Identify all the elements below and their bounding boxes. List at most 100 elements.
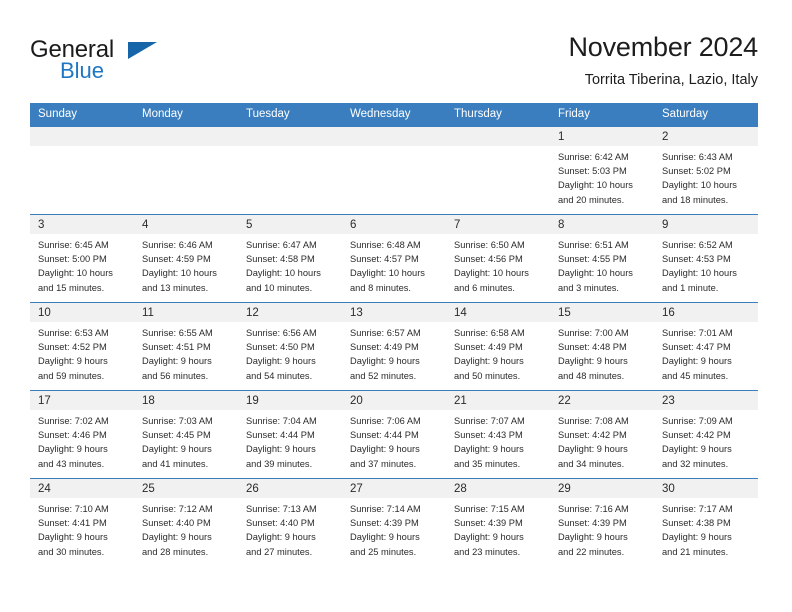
- day-cell-content: 6 Sunrise: 6:48 AM Sunset: 4:57 PM Daylight…: [342, 215, 446, 302]
- day-number: 25: [134, 479, 238, 498]
- calendar-day-cell[interactable]: 10 Sunrise: 6:53 AM Sunset: 4:52 PM Dayligh…: [30, 302, 134, 391]
- day-number: 24: [30, 479, 134, 498]
- daylight-duration-line1: Daylight: 9 hours: [558, 532, 628, 543]
- daylight-duration-line1: Daylight: 9 hours: [38, 444, 108, 455]
- calendar-week-row: 24 Sunrise: 7:10 AM Sunset: 4:41 PM Dayligh…: [30, 478, 758, 567]
- calendar-day-cell[interactable]: 27 Sunrise: 7:14 AM Sunset: 4:39 PM Dayligh…: [342, 478, 446, 567]
- daylight-duration-line1: Daylight: 10 hours: [558, 268, 633, 279]
- sunrise-time: Sunrise: 7:17 AM: [662, 504, 733, 514]
- calendar-day-cell[interactable]: 16 Sunrise: 7:01 AM Sunset: 4:47 PM Dayligh…: [654, 302, 758, 391]
- calendar-day-cell[interactable]: 23 Sunrise: 7:09 AM Sunset: 4:42 PM Dayligh…: [654, 390, 758, 479]
- calendar-day-cell[interactable]: 30 Sunrise: 7:17 AM Sunset: 4:38 PM Dayligh…: [654, 478, 758, 567]
- daylight-duration-line2: and 22 minutes.: [558, 546, 625, 557]
- daylight-duration-line1: Daylight: 9 hours: [246, 532, 316, 543]
- day-sun-details: Sunrise: 7:09 AM Sunset: 4:42 PM Daylight:…: [654, 410, 758, 471]
- calendar-day-cell[interactable]: 6 Sunrise: 6:48 AM Sunset: 4:57 PM Daylight…: [342, 214, 446, 303]
- calendar-day-cell[interactable]: 17 Sunrise: 7:02 AM Sunset: 4:46 PM Dayligh…: [30, 390, 134, 479]
- sunrise-time: Sunrise: 6:43 AM: [662, 152, 733, 162]
- calendar-day-cell[interactable]: 24 Sunrise: 7:10 AM Sunset: 4:41 PM Dayligh…: [30, 478, 134, 567]
- calendar-day-cell[interactable]: 11 Sunrise: 6:55 AM Sunset: 4:51 PM Dayligh…: [134, 302, 238, 391]
- daylight-duration-line1: Daylight: 9 hours: [662, 444, 732, 455]
- calendar-day-cell[interactable]: 5 Sunrise: 6:47 AM Sunset: 4:58 PM Daylight…: [238, 214, 342, 303]
- sunset-time: Sunset: 4:38 PM: [662, 518, 731, 529]
- calendar-day-cell[interactable]: 26 Sunrise: 7:13 AM Sunset: 4:40 PM Dayligh…: [238, 478, 342, 567]
- day-number: [446, 127, 550, 146]
- calendar-body: 1 Sunrise: 6:42 AM Sunset: 5:03 PM Daylight…: [30, 126, 758, 567]
- sunrise-time: Sunrise: 7:09 AM: [662, 416, 733, 426]
- daylight-duration-line2: and 30 minutes.: [38, 546, 105, 557]
- daylight-duration-line2: and 23 minutes.: [454, 546, 521, 557]
- sunset-time: Sunset: 4:41 PM: [38, 518, 107, 529]
- daylight-duration-line2: and 35 minutes.: [454, 458, 521, 469]
- sunset-time: Sunset: 4:42 PM: [558, 430, 627, 441]
- calendar-day-cell[interactable]: 29 Sunrise: 7:16 AM Sunset: 4:39 PM Dayligh…: [550, 478, 654, 567]
- calendar-day-cell[interactable]: 1 Sunrise: 6:42 AM Sunset: 5:03 PM Daylight…: [550, 126, 654, 215]
- calendar-day-cell[interactable]: 21 Sunrise: 7:07 AM Sunset: 4:43 PM Dayligh…: [446, 390, 550, 479]
- day-cell-content: 22 Sunrise: 7:08 AM Sunset: 4:42 PM Dayligh…: [550, 391, 654, 478]
- sunrise-time: Sunrise: 6:57 AM: [350, 328, 421, 338]
- sunset-time: Sunset: 4:51 PM: [142, 342, 211, 353]
- calendar-header-row: Sunday Monday Tuesday Wednesday Thursday Frid…: [30, 103, 758, 127]
- day-number: 18: [134, 391, 238, 410]
- sunset-time: Sunset: 4:40 PM: [246, 518, 315, 529]
- day-cell-content: 13 Sunrise: 6:57 AM Sunset: 4:49 PM Dayligh…: [342, 303, 446, 390]
- daylight-duration-line1: Daylight: 9 hours: [454, 532, 524, 543]
- sunrise-time: Sunrise: 7:03 AM: [142, 416, 213, 426]
- daylight-duration-line2: and 15 minutes.: [38, 282, 105, 293]
- daylight-duration-line2: and 21 minutes.: [662, 546, 729, 557]
- daylight-duration-line2: and 10 minutes.: [246, 282, 313, 293]
- day-cell-content: 1 Sunrise: 6:42 AM Sunset: 5:03 PM Daylight…: [550, 127, 654, 214]
- sunrise-time: Sunrise: 6:55 AM: [142, 328, 213, 338]
- daylight-duration-line1: Daylight: 9 hours: [558, 444, 628, 455]
- day-number: 1: [550, 127, 654, 146]
- day-number: [134, 127, 238, 146]
- calendar-day-cell[interactable]: 7 Sunrise: 6:50 AM Sunset: 4:56 PM Daylight…: [446, 214, 550, 303]
- day-number: 23: [654, 391, 758, 410]
- sunset-time: Sunset: 4:59 PM: [142, 254, 211, 265]
- daylight-duration-line2: and 1 minute.: [662, 282, 719, 293]
- sunset-time: Sunset: 4:58 PM: [246, 254, 315, 265]
- calendar-day-cell[interactable]: 8 Sunrise: 6:51 AM Sunset: 4:55 PM Daylight…: [550, 214, 654, 303]
- daylight-duration-line2: and 59 minutes.: [38, 370, 105, 381]
- calendar-day-cell[interactable]: 13 Sunrise: 6:57 AM Sunset: 4:49 PM Dayligh…: [342, 302, 446, 391]
- calendar-day-cell[interactable]: 18 Sunrise: 7:03 AM Sunset: 4:45 PM Dayligh…: [134, 390, 238, 479]
- day-sun-details: Sunrise: 7:13 AM Sunset: 4:40 PM Daylight:…: [238, 498, 342, 559]
- day-number: 16: [654, 303, 758, 322]
- daylight-duration-line2: and 39 minutes.: [246, 458, 313, 469]
- sunrise-time: Sunrise: 7:16 AM: [558, 504, 629, 514]
- calendar-day-cell[interactable]: 4 Sunrise: 6:46 AM Sunset: 4:59 PM Daylight…: [134, 214, 238, 303]
- day-number: 11: [134, 303, 238, 322]
- calendar-day-cell[interactable]: 20 Sunrise: 7:06 AM Sunset: 4:44 PM Dayligh…: [342, 390, 446, 479]
- calendar-day-cell[interactable]: 14 Sunrise: 6:58 AM Sunset: 4:49 PM Dayligh…: [446, 302, 550, 391]
- daylight-duration-line1: Daylight: 9 hours: [246, 444, 316, 455]
- day-number: 17: [30, 391, 134, 410]
- daylight-duration-line1: Daylight: 9 hours: [38, 356, 108, 367]
- daylight-duration-line2: and 28 minutes.: [142, 546, 209, 557]
- calendar-day-cell[interactable]: 25 Sunrise: 7:12 AM Sunset: 4:40 PM Dayligh…: [134, 478, 238, 567]
- day-cell-content: [342, 127, 446, 214]
- calendar-day-cell[interactable]: 19 Sunrise: 7:04 AM Sunset: 4:44 PM Dayligh…: [238, 390, 342, 479]
- calendar-day-cell[interactable]: 22 Sunrise: 7:08 AM Sunset: 4:42 PM Dayligh…: [550, 390, 654, 479]
- day-number: 29: [550, 479, 654, 498]
- day-number: 19: [238, 391, 342, 410]
- sunrise-time: Sunrise: 7:07 AM: [454, 416, 525, 426]
- day-sun-details: Sunrise: 7:03 AM Sunset: 4:45 PM Daylight:…: [134, 410, 238, 471]
- daylight-duration-line2: and 3 minutes.: [558, 282, 619, 293]
- calendar-day-cell[interactable]: 28 Sunrise: 7:15 AM Sunset: 4:39 PM Dayligh…: [446, 478, 550, 567]
- day-cell-content: [30, 127, 134, 214]
- day-sun-details: Sunrise: 6:46 AM Sunset: 4:59 PM Daylight:…: [134, 234, 238, 295]
- general-blue-logo[interactable]: General Blue: [30, 30, 180, 86]
- daylight-duration-line2: and 25 minutes.: [350, 546, 417, 557]
- day-number: 14: [446, 303, 550, 322]
- calendar-day-cell[interactable]: 15 Sunrise: 7:00 AM Sunset: 4:48 PM Dayligh…: [550, 302, 654, 391]
- calendar-day-cell[interactable]: 3 Sunrise: 6:45 AM Sunset: 5:00 PM Daylight…: [30, 214, 134, 303]
- sunrise-time: Sunrise: 7:13 AM: [246, 504, 317, 514]
- daylight-duration-line2: and 50 minutes.: [454, 370, 521, 381]
- calendar-day-cell[interactable]: 12 Sunrise: 6:56 AM Sunset: 4:50 PM Dayligh…: [238, 302, 342, 391]
- calendar-day-cell[interactable]: 2 Sunrise: 6:43 AM Sunset: 5:02 PM Daylight…: [654, 126, 758, 215]
- sunrise-time: Sunrise: 6:45 AM: [38, 240, 109, 250]
- day-sun-details: Sunrise: 7:00 AM Sunset: 4:48 PM Daylight:…: [550, 322, 654, 383]
- sunrise-time: Sunrise: 6:58 AM: [454, 328, 525, 338]
- day-sun-details: Sunrise: 6:48 AM Sunset: 4:57 PM Daylight:…: [342, 234, 446, 295]
- calendar-day-cell[interactable]: 9 Sunrise: 6:52 AM Sunset: 4:53 PM Daylight…: [654, 214, 758, 303]
